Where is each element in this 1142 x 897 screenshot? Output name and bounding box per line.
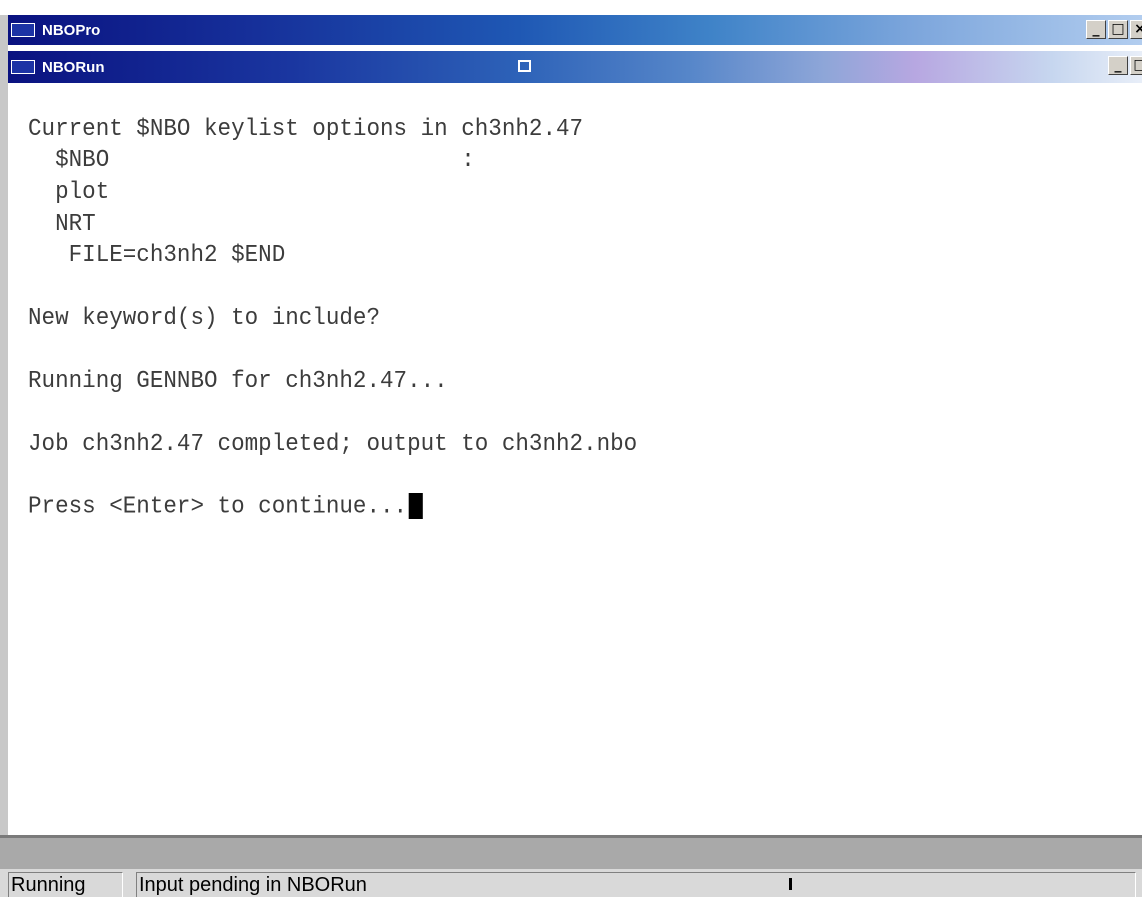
console-line: $NBO : [28, 147, 475, 174]
window-icon [11, 23, 35, 37]
console-output[interactable]: Current $NBO keylist options in ch3nh2.4… [8, 83, 1142, 835]
console-line: NRT [28, 211, 96, 238]
close-button[interactable]: × [1130, 20, 1142, 39]
minimize-button[interactable]: _ [1086, 20, 1106, 39]
console-prompt-line[interactable]: Press <Enter> to continue... [28, 493, 424, 521]
status-state: Running [8, 872, 123, 897]
inner-window-controls: _ □ [1108, 56, 1142, 75]
console-line: Job ch3nh2.47 completed; output to ch3nh… [28, 431, 638, 458]
window-left-border [0, 15, 8, 897]
console-prompt-text: Press <Enter> to continue... [28, 493, 408, 521]
inner-maximize-button[interactable]: □ [1130, 56, 1142, 75]
inner-minimize-button[interactable]: _ [1108, 56, 1128, 75]
window-icon [11, 60, 35, 74]
outer-window-title: NBOPro [42, 21, 101, 39]
outer-window-titlebar[interactable]: NBOPro _ □ × [8, 15, 1142, 45]
console-line: New keyword(s) to include? [28, 305, 381, 332]
status-bar: Running Input pending in NBORun [0, 869, 1142, 897]
outer-window-controls: _ □ × [1086, 20, 1142, 39]
restore-icon[interactable] [518, 60, 531, 72]
text-cursor [408, 493, 424, 519]
console-line: FILE=ch3nh2 $END [28, 242, 286, 269]
console-line: Running GENNBO for ch3nh2.47... [28, 368, 448, 395]
inner-window-title: NBORun [42, 58, 105, 76]
maximize-button[interactable]: □ [1108, 20, 1128, 39]
console-line: Current $NBO keylist options in ch3nh2.4… [28, 116, 584, 143]
inner-window-titlebar[interactable]: NBORun _ □ [8, 51, 1142, 83]
console-line: plot [28, 179, 110, 206]
status-indicator [789, 878, 792, 890]
status-message: Input pending in NBORun [136, 872, 1136, 897]
splitter-bar[interactable] [0, 835, 1142, 869]
